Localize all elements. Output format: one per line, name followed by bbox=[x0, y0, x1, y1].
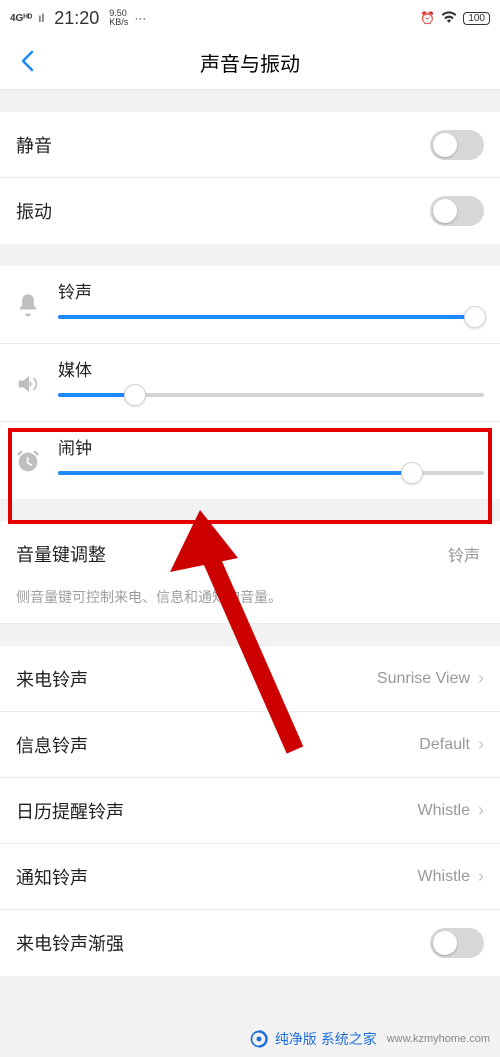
watermark: 纯净版 系统之家 www.kzmyhome.com bbox=[249, 1029, 490, 1049]
battery-icon: 100 bbox=[463, 12, 490, 25]
signal-icon: 4Gᴴᴰ bbox=[10, 13, 32, 24]
alarm-slider[interactable] bbox=[58, 471, 484, 475]
media-label: 媒体 bbox=[58, 356, 484, 381]
calendar-ringtone-row[interactable]: 日历提醒铃声 Whistle › bbox=[0, 778, 500, 844]
ring-label: 铃声 bbox=[58, 278, 484, 303]
more-dots: ··· bbox=[134, 11, 146, 25]
ringtones-section: 来电铃声 Sunrise View › 信息铃声 Default › 日历提醒铃… bbox=[0, 646, 500, 976]
vibrate-row[interactable]: 振动 bbox=[0, 178, 500, 244]
vibrate-toggle[interactable] bbox=[430, 196, 484, 226]
volume-key-row[interactable]: 音量键调整 铃声 bbox=[0, 521, 500, 587]
watermark-logo-icon bbox=[249, 1029, 269, 1049]
status-time: 21:20 bbox=[54, 8, 99, 29]
alarm-label: 闹钟 bbox=[58, 434, 484, 459]
back-button[interactable] bbox=[12, 43, 42, 83]
volume-key-section: 音量键调整 铃声 侧音量键可控制来电、信息和通知的音量。 bbox=[0, 521, 500, 624]
wifi-icon bbox=[441, 11, 457, 26]
message-ringtone-row[interactable]: 信息铃声 Default › bbox=[0, 712, 500, 778]
incoming-ringtone-row[interactable]: 来电铃声 Sunrise View › bbox=[0, 646, 500, 712]
bell-icon bbox=[14, 278, 44, 325]
speaker-icon bbox=[14, 356, 44, 403]
chevron-right-icon: › bbox=[478, 734, 484, 755]
volume-key-desc: 侧音量键可控制来电、信息和通知的音量。 bbox=[0, 587, 500, 624]
alarm-slider-row: 闹钟 bbox=[0, 422, 500, 499]
vibrate-label: 振动 bbox=[16, 198, 52, 224]
status-right: ⏰ 100 bbox=[420, 11, 490, 26]
volume-key-value: 铃声 bbox=[448, 542, 480, 566]
page-header: 声音与振动 bbox=[0, 36, 500, 90]
status-left: 4Gᴴᴰ ıl 21:20 9.50 KB/s ··· bbox=[10, 8, 146, 29]
chevron-right-icon: › bbox=[478, 800, 484, 821]
page-title: 声音与振动 bbox=[200, 48, 300, 77]
status-bar: 4Gᴴᴰ ıl 21:20 9.50 KB/s ··· ⏰ 100 bbox=[0, 0, 500, 36]
bars-icon: ıl bbox=[38, 11, 44, 25]
chevron-right-icon: › bbox=[478, 668, 484, 689]
notify-ringtone-row[interactable]: 通知铃声 Whistle › bbox=[0, 844, 500, 910]
ascending-ringtone-row[interactable]: 来电铃声渐强 bbox=[0, 910, 500, 976]
media-slider-row: 媒体 bbox=[0, 344, 500, 422]
general-section: 静音 振动 bbox=[0, 112, 500, 244]
chevron-right-icon: › bbox=[478, 866, 484, 887]
alarm-icon: ⏰ bbox=[420, 11, 435, 25]
net-rate: 9.50 KB/s bbox=[109, 9, 128, 27]
ringtone-slider-row: 铃声 bbox=[0, 266, 500, 344]
silent-toggle[interactable] bbox=[430, 130, 484, 160]
volume-section: 铃声 媒体 闹钟 bbox=[0, 266, 500, 499]
clock-icon bbox=[14, 434, 44, 481]
watermark-url: www.kzmyhome.com bbox=[387, 1033, 490, 1045]
silent-row[interactable]: 静音 bbox=[0, 112, 500, 178]
ascending-toggle[interactable] bbox=[430, 928, 484, 958]
silent-label: 静音 bbox=[16, 132, 52, 158]
media-slider[interactable] bbox=[58, 393, 484, 397]
ring-slider[interactable] bbox=[58, 315, 484, 319]
volume-key-label: 音量键调整 bbox=[16, 541, 106, 567]
watermark-text: 纯净版 系统之家 bbox=[275, 1029, 377, 1049]
